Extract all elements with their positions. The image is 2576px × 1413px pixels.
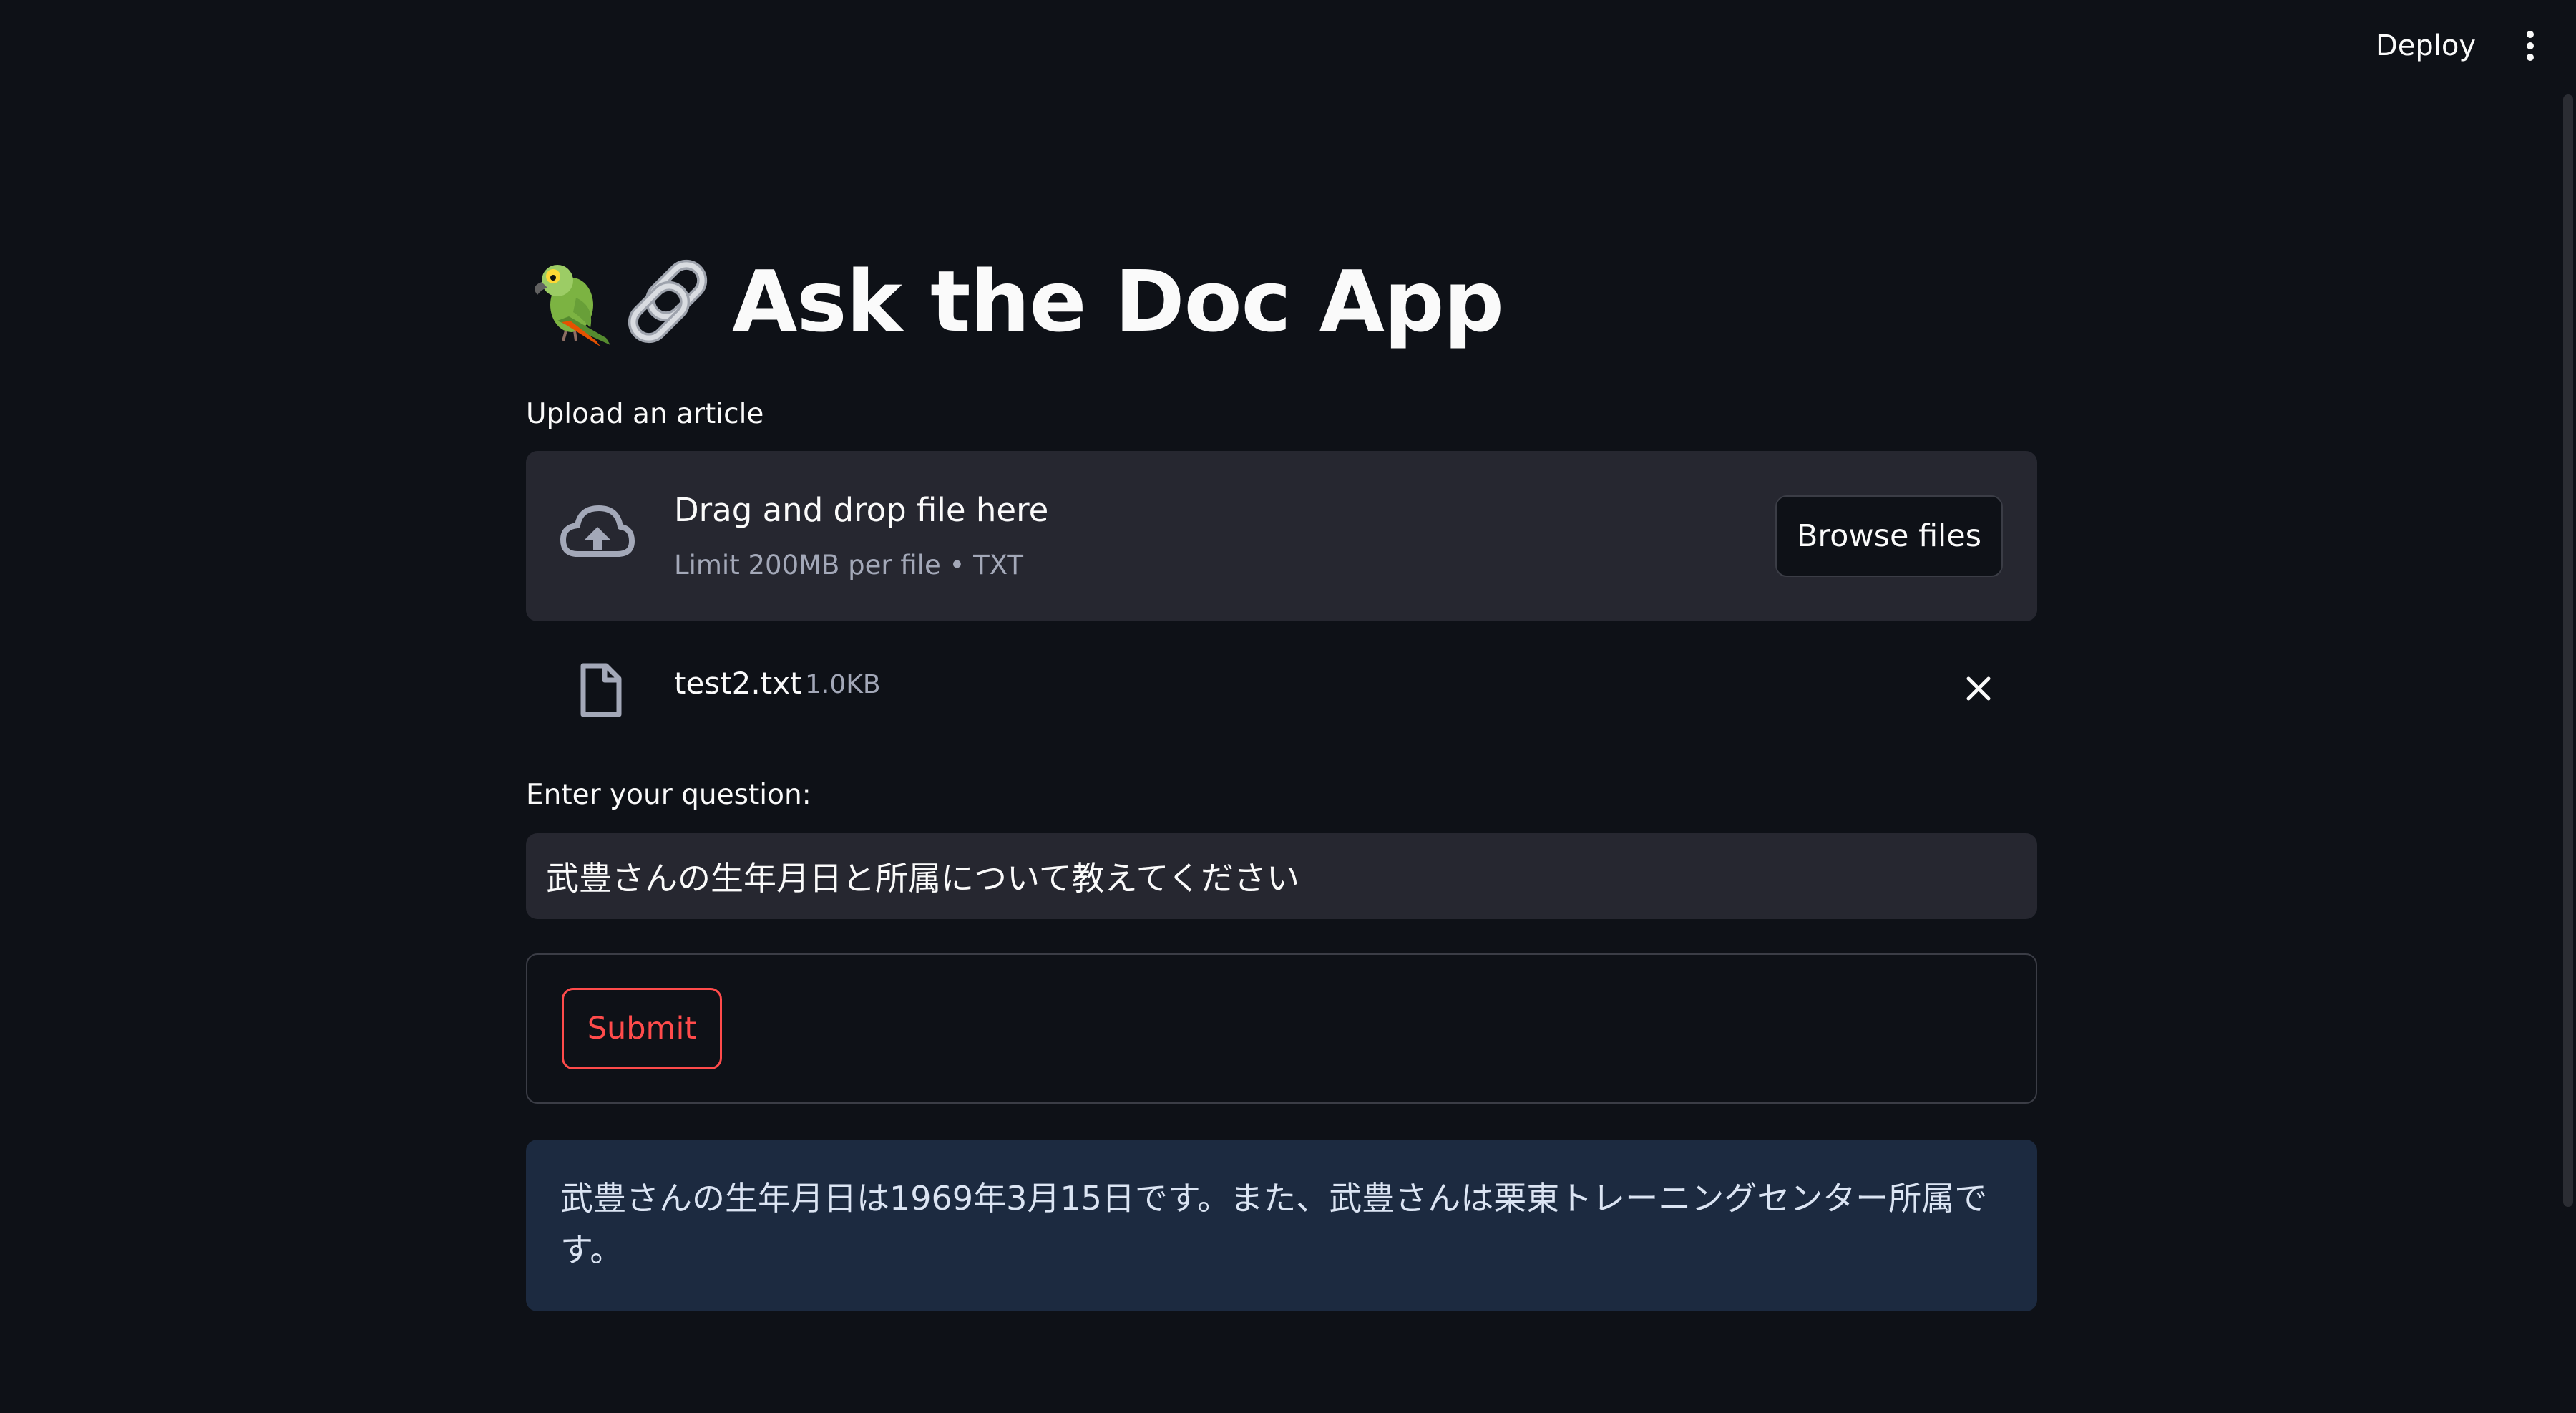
question-input[interactable] <box>526 833 2037 919</box>
title-icons <box>526 255 716 348</box>
app-page: Deploy Ask the Doc App Upload an article… <box>0 0 2576 1413</box>
file-dropzone[interactable]: Drag and drop file here Limit 200MB per … <box>526 451 2037 621</box>
question-label: Enter your question: <box>526 779 811 811</box>
page-title: Ask the Doc App <box>526 241 1504 362</box>
dropzone-limit: Limit 200MB per file • TXT <box>674 550 1023 581</box>
uploaded-file-item: test2.txt 1.0KB <box>526 646 2037 724</box>
deploy-button[interactable]: Deploy <box>2361 20 2490 72</box>
browse-files-button[interactable]: Browse files <box>1775 495 2003 577</box>
answer-box: 武豊さんの生年月日は1969年3月15日です。また、武豊さんは栗東トレーニングセ… <box>526 1140 2037 1311</box>
file-size: 1.0KB <box>805 670 881 699</box>
link-icon <box>628 259 708 344</box>
cloud-upload-icon <box>560 505 635 557</box>
file-name: test2.txt <box>674 666 802 701</box>
submit-button[interactable]: Submit <box>562 988 722 1069</box>
kebab-menu-icon[interactable] <box>2510 20 2550 72</box>
scrollbar[interactable] <box>2563 94 2573 1207</box>
page-title-text: Ask the Doc App <box>732 252 1504 351</box>
question-form: Submit <box>526 953 2037 1104</box>
dropzone-instruction: Drag and drop file here <box>674 491 1049 529</box>
uploader-label: Upload an article <box>526 398 764 430</box>
file-icon <box>580 663 622 717</box>
parrot-icon <box>535 265 610 346</box>
close-icon[interactable] <box>1956 666 2001 712</box>
